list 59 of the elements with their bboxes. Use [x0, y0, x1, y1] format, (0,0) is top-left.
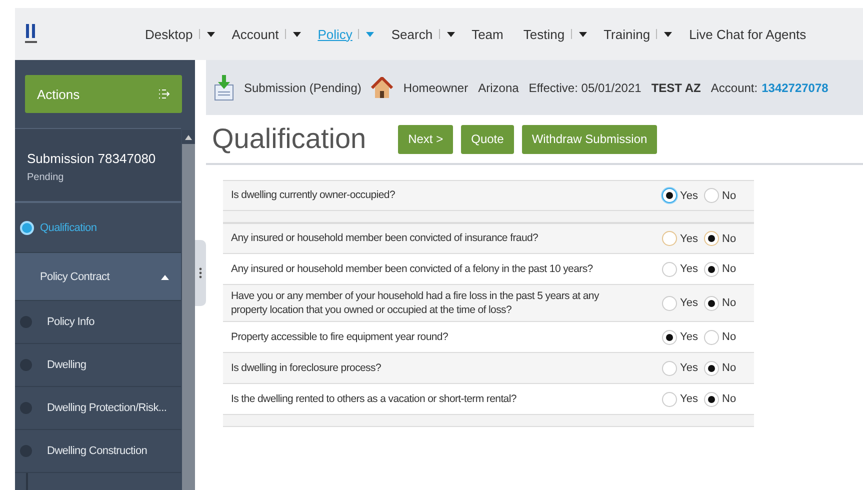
nav-group[interactable]: Policy Contract	[15, 253, 181, 301]
nav-link[interactable]: Account	[226, 26, 285, 42]
question-text: Is dwelling currently owner-occupied?	[231, 188, 396, 203]
question-text: Is the dwelling rented to others as a vacation or short-term rental?	[231, 392, 518, 406]
state-text: Arizona	[478, 80, 519, 94]
effective-date: Effective: 05/01/2021	[528, 80, 642, 94]
caret-icon[interactable]	[570, 29, 590, 39]
step-dot-icon	[20, 445, 32, 457]
chevron-up-icon	[161, 274, 169, 280]
resize-handle[interactable]	[195, 240, 206, 306]
radio-option[interactable]: Yes	[662, 262, 704, 276]
step-dot-icon	[20, 220, 34, 234]
question-text: Any insured or household member been convicted of a felony in the past 10 years?	[231, 262, 594, 276]
nav-link[interactable]: Training	[598, 26, 656, 42]
nav-item[interactable]: Dwelling	[15, 344, 181, 387]
submission-status: Pending	[27, 172, 65, 183]
radio-option[interactable]: No	[704, 360, 746, 376]
radio-option[interactable]: Yes	[662, 188, 704, 203]
account-label: Account:	[710, 80, 758, 94]
question-text: Property accessible to fire equipment year round?	[231, 330, 450, 344]
nav-item[interactable]: Policy Info	[15, 301, 181, 344]
list-icon	[158, 88, 170, 100]
nav-link[interactable]: Testing	[517, 26, 571, 42]
nav-link[interactable]: Desktop	[139, 26, 199, 42]
page-title: Qualification	[212, 123, 366, 155]
radio-option[interactable]: No	[704, 188, 746, 203]
submission-status: Submission (Pending)	[244, 80, 362, 94]
submission-title: Submission 78347080	[27, 151, 157, 166]
question-text: Is dwelling in foreclosure process?	[231, 361, 382, 376]
radio-option[interactable]: No	[704, 392, 746, 407]
caret-icon[interactable]	[198, 29, 218, 39]
step-dot-icon	[20, 359, 32, 371]
radio-option[interactable]: Yes	[662, 392, 704, 407]
radio-option[interactable]: No	[704, 231, 746, 246]
radio-option[interactable]: Yes	[662, 296, 704, 311]
radio-option[interactable]: Yes	[662, 330, 704, 345]
step-dot-icon	[20, 316, 32, 328]
download-document-icon	[214, 74, 234, 100]
radio-option[interactable]: No	[704, 262, 746, 276]
scrollbar[interactable]	[182, 130, 195, 490]
question-text: Any insured or household member been convicted of insurance fraud?	[231, 231, 540, 246]
product-text: Homeowner	[403, 80, 468, 94]
step-dot-icon	[20, 402, 32, 414]
logo-icon	[23, 22, 39, 46]
house-icon	[371, 76, 394, 98]
nav-link[interactable]: Search	[385, 26, 439, 42]
caret-icon[interactable]	[284, 29, 304, 39]
nav-link[interactable]: Live Chat for Agents	[683, 26, 812, 42]
insured-name: TEST AZ	[651, 80, 701, 94]
nav-link[interactable]: Team	[466, 26, 510, 42]
radio-option[interactable]: No	[704, 330, 746, 345]
radio-option[interactable]: Yes	[662, 360, 704, 376]
question-text: Have you or any member of your household had a fire loss in the past 5 years at any property location that you owned or occupied at the time of loss?	[231, 289, 600, 318]
radio-option[interactable]: No	[704, 296, 746, 311]
scroll-up-icon[interactable]	[185, 134, 192, 140]
radio-option[interactable]: Yes	[662, 231, 704, 246]
nav-item[interactable]: Dwelling Protection/Risk...	[15, 387, 181, 430]
caret-icon[interactable]	[438, 29, 458, 39]
nav-item[interactable]: Dwelling Construction	[15, 430, 181, 473]
